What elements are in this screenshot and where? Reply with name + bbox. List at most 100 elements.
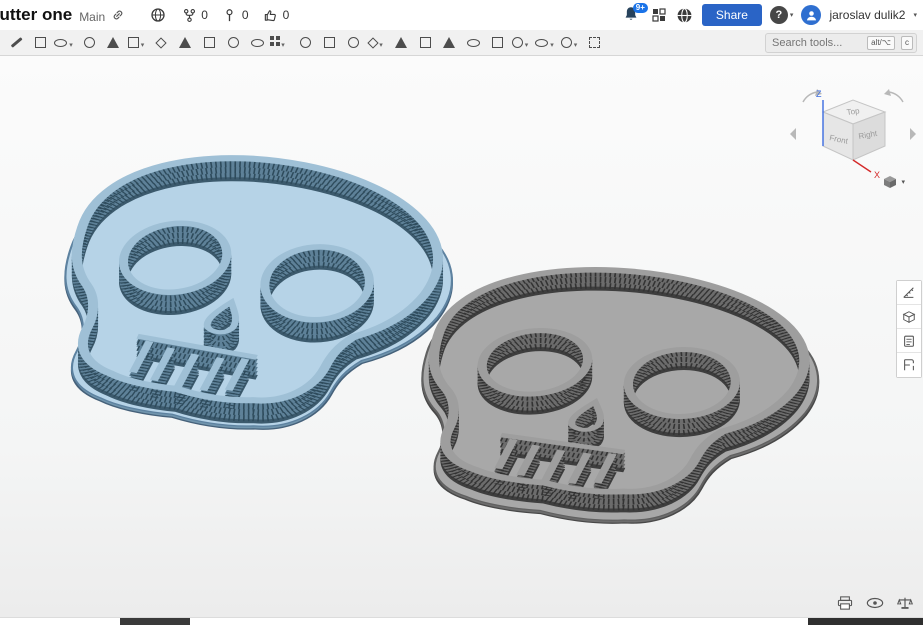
zoom-to-fit-icon — [588, 37, 600, 48]
rotate-right-arrow[interactable] — [910, 128, 916, 140]
rotate-left-arrow[interactable] — [790, 128, 796, 140]
likes-stat[interactable]: 0 — [262, 6, 290, 24]
help-icon: ? — [769, 6, 788, 24]
pin-icon — [221, 6, 239, 24]
sweep-icon — [83, 37, 95, 48]
model-scene — [0, 56, 858, 548]
rotate-cw-arrowhead — [884, 89, 891, 96]
shell-icon — [227, 37, 239, 48]
tool-appearance-button[interactable] — [509, 31, 533, 55]
share-button[interactable]: Share — [701, 4, 762, 26]
mirror-icon — [323, 37, 335, 48]
search-tools: alt/⌥ c — [765, 33, 917, 53]
tool-boolean-button[interactable] — [341, 31, 365, 55]
named-views-button[interactable] — [897, 281, 921, 305]
document-bar: cutter one Main 0 0 0 — [0, 0, 923, 30]
rotate-cw-arrow[interactable] — [888, 91, 904, 103]
cube-icon — [884, 176, 897, 188]
tool-display-mode-button[interactable] — [533, 31, 558, 55]
tool-circular-pattern-button[interactable] — [293, 31, 317, 55]
tool-sketch-button[interactable] — [4, 31, 28, 55]
avatar[interactable] — [801, 5, 822, 25]
tool-shell-button[interactable] — [221, 31, 245, 55]
scale-icon — [897, 597, 913, 609]
user-chevron-down-icon[interactable]: ▾ — [913, 11, 917, 19]
revolve-icon — [54, 38, 67, 47]
view-settings-chevron-icon: ▾ — [901, 179, 905, 186]
bottom-right-tools — [835, 595, 915, 611]
notifications-button[interactable]: 9+ — [622, 3, 648, 25]
notes-button[interactable] — [897, 329, 921, 353]
branch-label[interactable]: Main — [79, 10, 105, 24]
tool-split-button[interactable] — [365, 31, 389, 55]
printer-button[interactable] — [835, 595, 855, 611]
shortcut-key-alt: alt/⌥ — [867, 36, 895, 50]
z-axis-label: Z — [816, 89, 822, 99]
pin-count: 0 — [241, 8, 249, 22]
pin-stat[interactable]: 0 — [221, 6, 249, 24]
mass-properties-button[interactable] — [895, 595, 915, 611]
tool-delete-part-button[interactable] — [413, 31, 437, 55]
tool-thicken-button[interactable] — [485, 31, 509, 55]
circular-pattern-icon — [299, 37, 311, 48]
rotate-ccw-arrow[interactable] — [802, 91, 818, 103]
chevron-down-icon: ▾ — [789, 12, 794, 19]
delete-part-icon — [419, 37, 431, 48]
appearance-icon — [511, 37, 523, 48]
tool-linear-pattern-button[interactable] — [269, 31, 293, 55]
thicken-icon — [491, 37, 503, 48]
fork-count: 0 — [201, 8, 208, 22]
likes-count: 0 — [282, 8, 290, 22]
link-icon[interactable] — [109, 6, 127, 24]
tool-mirror-button[interactable] — [317, 31, 341, 55]
linear-pattern-icon — [270, 35, 274, 40]
thumbs-up-icon — [262, 6, 280, 24]
onshape-window: cutter one Main 0 0 0 — [0, 0, 923, 625]
feature-toolbar: alt/⌥ c — [0, 30, 923, 56]
sketch-icon — [10, 37, 22, 48]
help-menu[interactable]: ? ▾ — [769, 6, 794, 24]
tool-fillet-button[interactable] — [125, 31, 149, 55]
view-settings-menu[interactable]: ▾ — [882, 174, 905, 190]
shortcut-key-c: c — [901, 36, 913, 50]
tool-chamfer-button[interactable] — [149, 31, 173, 55]
extrude-icon — [34, 37, 46, 48]
right-tool-strip — [896, 280, 922, 378]
fork-stat[interactable]: 0 — [180, 6, 208, 24]
tool-section-view-button[interactable] — [558, 31, 582, 55]
part-skull-cutter-blue[interactable] — [0, 131, 495, 457]
caliper-icon — [904, 359, 914, 371]
user-name[interactable]: jaroslav dulik2 — [829, 8, 905, 22]
display-box-button[interactable] — [897, 305, 921, 329]
apps-grid-icon[interactable] — [650, 6, 668, 24]
graphics-area[interactable]: Top Front Right Z X ▾ — [0, 56, 923, 617]
public-globe-icon[interactable] — [149, 6, 167, 24]
learning-globe-icon[interactable] — [676, 6, 694, 24]
loft-icon — [107, 37, 119, 48]
tool-extrude-button[interactable] — [28, 31, 52, 55]
bottom-bar-right-segment[interactable] — [808, 618, 923, 625]
transform-icon — [395, 37, 407, 48]
box-icon — [902, 310, 916, 323]
move-face-icon — [443, 37, 455, 48]
tool-rib-button[interactable] — [197, 31, 221, 55]
tool-revolve-button[interactable] — [52, 31, 77, 55]
bottom-bar-tab-segment[interactable] — [120, 618, 190, 625]
offset-surface-icon — [466, 38, 480, 47]
tool-offset-surface-button[interactable] — [461, 31, 485, 55]
measure-tools-button[interactable] — [897, 353, 921, 377]
tool-move-face-button[interactable] — [437, 31, 461, 55]
tool-hole-button[interactable] — [245, 31, 269, 55]
tool-sweep-button[interactable] — [77, 31, 101, 55]
boolean-icon — [347, 37, 359, 48]
tool-zoom-to-fit-button[interactable] — [582, 31, 606, 55]
tool-transform-button[interactable] — [389, 31, 413, 55]
tool-loft-button[interactable] — [101, 31, 125, 55]
section-eye-button[interactable] — [865, 595, 885, 611]
bottom-bar — [0, 617, 923, 625]
tool-buttons — [4, 30, 606, 56]
eye-icon — [866, 597, 884, 609]
section-view-icon — [560, 37, 572, 48]
tool-draft-button[interactable] — [173, 31, 197, 55]
document-title: cutter one — [0, 5, 73, 24]
